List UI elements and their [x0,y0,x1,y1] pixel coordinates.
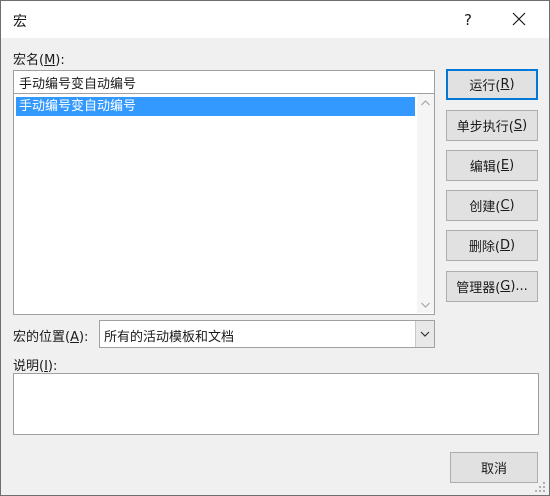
delete-button[interactable]: 删除(D) [446,230,538,261]
close-button[interactable] [499,5,539,33]
cancel-button[interactable]: 取消 [450,452,538,483]
macro-location-value: 所有的活动模板和文档 [104,330,235,345]
resize-grip-icon[interactable] [535,482,545,492]
list-scrollbar[interactable] [417,94,434,313]
macro-name-label: 宏名(M): [13,53,65,68]
help-button[interactable]: ? [453,7,483,33]
edit-button[interactable]: 编辑(E) [446,150,538,181]
macro-name-input[interactable] [13,70,435,94]
chevron-down-icon [421,302,430,308]
title-bar: 宏 ? [1,1,549,38]
description-label: 说明(I): [13,359,58,374]
scroll-down-button[interactable] [417,296,434,313]
chevron-up-icon [421,99,430,105]
dialog-title: 宏 [13,14,27,30]
chevron-down-icon [420,331,430,337]
macro-dialog: 宏 ? 宏名(M): 手动编号变自动编号 宏的位置(A): 所有的活动 [0,0,550,496]
scroll-up-button[interactable] [417,94,434,111]
list-item[interactable]: 手动编号变自动编号 [16,97,415,116]
macro-location-select[interactable]: 所有的活动模板和文档 [99,320,435,348]
description-box [13,373,539,435]
step-into-button[interactable]: 单步执行(S) [446,110,538,141]
macro-list[interactable]: 手动编号变自动编号 [13,94,435,315]
macro-location-dropdown-button[interactable] [415,321,434,347]
run-button[interactable]: 运行(R) [446,69,538,100]
organizer-button[interactable]: 管理器(G)... [446,271,538,302]
create-button[interactable]: 创建(C) [446,190,538,221]
close-icon [512,12,526,26]
macro-location-label: 宏的位置(A): [13,330,89,345]
